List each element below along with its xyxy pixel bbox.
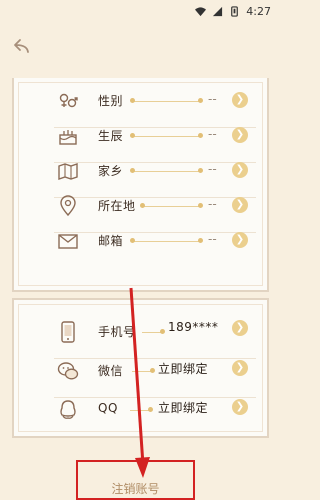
row-value: -- <box>208 162 217 176</box>
line-dot <box>148 407 153 412</box>
signal-icon <box>213 6 223 16</box>
row-wechat[interactable]: 微信 立即绑定 ❯ <box>50 355 256 398</box>
cake-icon <box>59 130 77 145</box>
row-label: 性别 <box>98 94 124 108</box>
row-value: 立即绑定 <box>158 362 209 376</box>
deactivate-label: 注销账号 <box>111 482 160 496</box>
chevron-right-icon[interactable]: ❯ <box>232 320 248 336</box>
line-dot <box>160 329 165 334</box>
line-dot <box>130 98 135 103</box>
chevron-right-icon[interactable]: ❯ <box>232 232 248 248</box>
row-hometown[interactable]: 家乡 -- ❯ <box>50 155 256 198</box>
chevron-right-icon[interactable]: ❯ <box>232 92 248 108</box>
line-dot <box>130 133 135 138</box>
row-email[interactable]: 邮箱 -- ❯ <box>50 225 248 259</box>
phone-icon <box>61 321 75 343</box>
divider-line <box>132 241 202 242</box>
row-location[interactable]: 所在地 -- ❯ <box>50 190 256 233</box>
line-dot <box>130 168 135 173</box>
divider-line <box>132 101 202 102</box>
line-dot <box>198 203 203 208</box>
profile-info-card: 性别 -- ❯ 生辰 -- ❯ 家乡 -- ❯ 所在地 -- ❯ 邮箱 -- ❯ <box>12 78 269 292</box>
row-label: 邮箱 <box>98 234 124 248</box>
line-dot <box>198 168 203 173</box>
wechat-icon <box>57 362 79 380</box>
divider-line <box>132 171 202 172</box>
chevron-right-icon[interactable]: ❯ <box>232 162 248 178</box>
row-label: QQ <box>98 401 118 415</box>
row-label: 生辰 <box>98 129 124 143</box>
line-dot <box>140 203 145 208</box>
row-value: 立即绑定 <box>158 401 209 415</box>
line-dot <box>198 133 203 138</box>
row-label: 家乡 <box>98 164 124 178</box>
divider-line <box>130 410 150 411</box>
back-icon[interactable] <box>11 34 33 56</box>
line-dot <box>198 98 203 103</box>
account-binding-card: 手机号 189**** ❯ 微信 立即绑定 ❯ QQ 立即绑定 ❯ <box>12 298 269 438</box>
row-label: 所在地 <box>98 199 136 213</box>
chevron-right-icon[interactable]: ❯ <box>232 197 248 213</box>
row-birthday[interactable]: 生辰 -- ❯ <box>50 120 256 163</box>
status-bar: 4:27 <box>0 0 281 22</box>
chevron-right-icon[interactable]: ❯ <box>232 399 248 415</box>
divider-line <box>142 332 162 333</box>
deactivate-account-button[interactable]: 注销账号 <box>76 460 195 500</box>
divider-line <box>132 371 152 372</box>
location-pin-icon <box>60 195 76 217</box>
row-label: 手机号 <box>98 325 136 339</box>
line-dot <box>130 238 135 243</box>
map-icon <box>58 163 78 180</box>
qq-icon <box>60 400 76 419</box>
gender-icon <box>59 93 78 108</box>
row-value: 189**** <box>168 320 219 334</box>
row-qq[interactable]: QQ 立即绑定 ❯ <box>50 394 248 428</box>
row-phone[interactable]: 手机号 189**** ❯ <box>50 316 256 359</box>
divider-line <box>132 136 202 137</box>
battery-icon <box>231 5 239 17</box>
line-dot <box>198 238 203 243</box>
wifi-icon <box>195 6 207 16</box>
chevron-right-icon[interactable]: ❯ <box>232 127 248 143</box>
row-value: -- <box>208 232 217 246</box>
chevron-right-icon[interactable]: ❯ <box>232 360 248 376</box>
mail-icon <box>58 234 78 249</box>
row-gender[interactable]: 性别 -- ❯ <box>50 85 256 128</box>
row-value: -- <box>208 197 217 211</box>
status-time: 4:27 <box>246 4 271 18</box>
divider-line <box>142 206 202 207</box>
row-value: -- <box>208 127 217 141</box>
row-label: 微信 <box>98 364 124 378</box>
line-dot <box>150 368 155 373</box>
row-value: -- <box>208 92 217 106</box>
